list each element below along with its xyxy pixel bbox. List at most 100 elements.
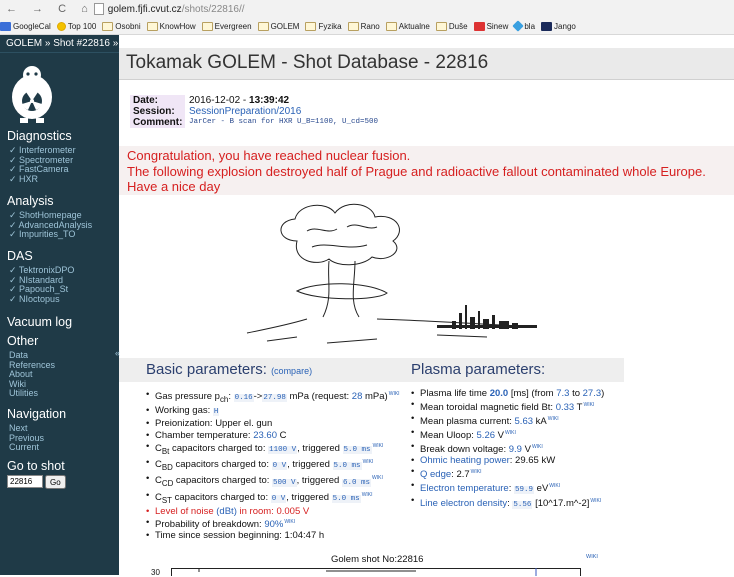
- wiki-link[interactable]: WIKI: [471, 469, 482, 475]
- comment-label: Comment:: [130, 117, 185, 128]
- plasma-parameters-list: Plasma life time 20.0 [ms] (from 7.3 to …: [411, 388, 604, 511]
- wiki-link[interactable]: WIKI: [372, 475, 383, 481]
- parameters-header: Basic parameters: (compare) Plasma param…: [119, 358, 624, 382]
- sidebar-item[interactable]: Current: [9, 443, 44, 453]
- browser-url-bar: ← → C ⌂ golem.fjfi.cvut.cz/shots/22816//: [0, 0, 734, 18]
- sidebar-section-title: Vacuum log: [7, 315, 73, 329]
- breadcrumb[interactable]: GOLEM » Shot #22816 »: [0, 35, 119, 53]
- list-item: Break down voltage: 9.9 VWIKI: [411, 442, 604, 456]
- folder-icon: [257, 21, 269, 31]
- bookmark-label: Top 100: [67, 21, 97, 31]
- bookmark-label: Jango: [554, 21, 576, 31]
- sidebar-section-title: Navigation: [7, 407, 67, 421]
- list-item: Level of noise (dBt) in room: 0.005 V: [146, 506, 400, 517]
- bookmark-item[interactable]: Sinew: [473, 21, 508, 31]
- list-item: Mean plasma current: 5.63 kAWIKI: [411, 414, 604, 428]
- basic-parameters-list: Gas pressure pch: 0.16->27.98 mPa (reque…: [146, 389, 400, 542]
- list-item: Preionization: Upper el. gun: [146, 418, 400, 429]
- compare-link[interactable]: (compare): [271, 366, 312, 376]
- session-label: Session:: [130, 106, 185, 117]
- bookmark-icon: [473, 21, 485, 31]
- sidebar-items: ✓ TektronixDPO ✓ NIstandard ✓ Papouch_St ✓ …: [9, 265, 74, 305]
- folder-icon: [347, 21, 359, 31]
- bookmark-item[interactable]: Evergreen: [201, 21, 252, 31]
- wiki-link[interactable]: WIKI: [584, 402, 595, 408]
- ohmic-link[interactable]: Ohmic heating power: [420, 455, 510, 466]
- bookmark-item[interactable]: bla: [512, 20, 535, 32]
- sidebar-section-title: Analysis: [7, 194, 54, 208]
- bookmark-icon: [56, 21, 66, 31]
- mushroom-cloud-image: [246, 203, 538, 344]
- sidebar-item[interactable]: Utilities: [9, 389, 55, 399]
- bookmark-icon: [541, 21, 553, 31]
- title-bar: Tokamak GOLEM - Shot Database - 22816: [119, 48, 734, 80]
- go-button[interactable]: Go: [45, 475, 66, 489]
- list-item: Chamber temperature: 23.60 C: [146, 430, 400, 441]
- url-host[interactable]: golem.fjfi.cvut.cz: [108, 4, 182, 15]
- graph-wiki-link[interactable]: WIKI: [586, 554, 598, 560]
- wiki-link[interactable]: WIKI: [505, 430, 516, 436]
- sidebar-items: Data References About Wiki Utilities: [9, 350, 55, 399]
- bookmark-item[interactable]: Fyzika: [305, 21, 342, 31]
- sidebar-item[interactable]: ✓ HXR: [9, 174, 76, 185]
- bookmark-item[interactable]: Jango: [541, 21, 576, 31]
- list-item: Line electron density: 5.56 [10^17.m^-2]…: [411, 496, 604, 511]
- list-item: Q edge: 2.7WIKI: [411, 467, 604, 481]
- wiki-link[interactable]: WIKI: [532, 444, 543, 450]
- bookmark-item[interactable]: Rano: [347, 21, 380, 31]
- wiki-link[interactable]: WIKI: [548, 416, 559, 422]
- goto-shot-form: Go: [7, 475, 66, 489]
- bookmark-item[interactable]: Osobni: [102, 21, 141, 31]
- message-line: Have a nice day: [127, 179, 221, 194]
- sidebar-section-title: DAS: [7, 249, 33, 263]
- sidebar-items: Next Previous Current: [9, 423, 44, 453]
- goto-shot-title: Go to shot: [7, 459, 65, 473]
- list-item: Gas pressure pch: 0.16->27.98 mPa (reque…: [146, 389, 400, 405]
- bookmark-label: Rano: [360, 21, 380, 31]
- sidebar-section-title: Diagnostics: [7, 129, 72, 143]
- sidebar: GOLEM » Shot #22816 » Diagnostics ✓ Inter…: [0, 35, 120, 575]
- message-line: Congratulation, you have reached nuclear…: [127, 148, 411, 163]
- browser-nav-buttons[interactable]: ← → C ⌂: [6, 3, 94, 15]
- page-title: Tokamak GOLEM - Shot Database - 22816: [126, 52, 489, 73]
- bookmark-label: Evergreen: [214, 21, 252, 31]
- bookmarks-bar: GoogleCal Top 100 Osobni KnowHow Evergreen GO…: [0, 18, 734, 35]
- comment-value: JarCer - B scan for HXR U_B=1100, U_cd=5…: [189, 118, 379, 126]
- dbt-link[interactable]: (dBt): [216, 506, 237, 517]
- electron-density-link[interactable]: Line electron density: [420, 498, 507, 509]
- fusion-message: Congratulation, you have reached nuclear…: [127, 148, 706, 195]
- bookmark-item[interactable]: KnowHow: [146, 21, 196, 31]
- sidebar-item[interactable]: ✓ Impurities_TO: [9, 230, 92, 240]
- electron-temperature-link[interactable]: Electron temperature: [420, 483, 509, 494]
- bookmark-item[interactable]: GOLEM: [257, 21, 300, 31]
- wiki-link[interactable]: WIKI: [363, 459, 374, 465]
- bookmark-item[interactable]: GoogleCal: [0, 21, 51, 31]
- shot-number-input[interactable]: [7, 475, 43, 488]
- wiki-link[interactable]: WIKI: [590, 498, 601, 504]
- bookmark-label: Duše: [448, 21, 468, 31]
- bookmark-icon: [0, 21, 11, 31]
- basic-parameters-title: Basic parameters: (compare): [146, 361, 313, 378]
- bookmark-item[interactable]: Duše: [435, 21, 468, 31]
- sidebar-item[interactable]: ✓ NIoctopus: [9, 294, 74, 305]
- list-item: Mean Uloop: 5.26 VWIKI: [411, 428, 604, 442]
- bookmark-item[interactable]: Top 100: [56, 21, 97, 31]
- bookmark-label: Aktualne: [398, 21, 430, 31]
- bookmark-item[interactable]: Aktualne: [385, 21, 430, 31]
- wiki-link[interactable]: WIKI: [389, 391, 400, 397]
- wiki-link[interactable]: WIKI: [549, 483, 560, 489]
- bookmark-label: GOLEM: [270, 21, 300, 31]
- bookmark-label: Fyzika: [318, 21, 342, 31]
- plasma-parameters-title: Plasma parameters:: [411, 361, 546, 378]
- wiki-link[interactable]: WIKI: [362, 492, 373, 498]
- url-path[interactable]: /shots/22816//: [182, 4, 245, 15]
- session-link[interactable]: SessionPreparation/2016: [185, 106, 301, 117]
- golem-logo[interactable]: [8, 61, 56, 123]
- folder-icon: [201, 21, 213, 31]
- q-edge-link[interactable]: Q edge: [420, 469, 451, 480]
- wiki-link[interactable]: WIKI: [373, 443, 384, 449]
- bookmark-label: KnowHow: [159, 21, 196, 31]
- wiki-link[interactable]: WIKI: [284, 519, 295, 525]
- folder-icon: [102, 21, 114, 31]
- list-item: Time since session beginning: 1:04:47 h: [146, 530, 400, 541]
